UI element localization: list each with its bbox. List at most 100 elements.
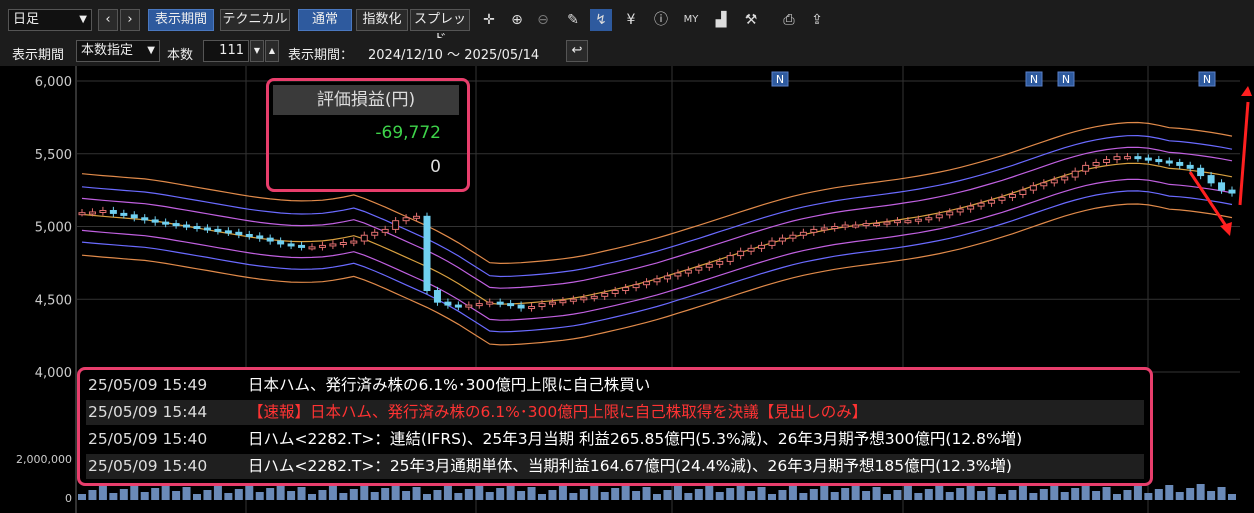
count-down-button[interactable]: ▼ [250,40,264,62]
y-tick-label: 4,500 [35,293,72,308]
area-chart-icon[interactable]: ▟ [710,9,732,31]
volume-bar [98,486,107,500]
candle-body [1019,189,1027,195]
volume-bar [234,489,243,500]
period-select[interactable]: 日足 ▼ [8,9,92,31]
candle-body [1197,167,1205,177]
volume-bar [1008,490,1017,500]
candle-body [402,217,410,222]
volume-bar [747,491,756,500]
volume-tick-label: 2,000,000 [16,453,72,466]
chevron-down-icon: ▼ [147,45,155,56]
reset-range-button[interactable]: ↩ [566,40,588,62]
pl-value-secondary: 0 [430,157,441,177]
candle-body [977,202,985,207]
candle-body [433,290,441,303]
news-item[interactable]: 25/05/09 15:40 日ハム<2282.T>：25年3月通期単体、当期利益… [86,454,1144,479]
wrench-icon[interactable]: ⚒ [740,9,762,31]
volume-bar [841,488,850,500]
candle-body [1218,182,1226,191]
candle-body [203,227,211,231]
news-item[interactable]: 25/05/09 15:44 【速報】日本ハム、発行済み株の6.1%･300億円上… [86,400,1144,425]
export-icon[interactable]: ⇪ [806,9,828,31]
prev-button[interactable]: ‹ [98,9,118,31]
candle-body [329,243,337,247]
volume-bar [757,487,766,500]
candle-body [172,223,180,227]
period-mode-value: 本数指定 [81,43,134,58]
volume-bar [788,486,797,500]
candle-body [956,208,964,213]
volume-bar [370,492,379,500]
candle-body [183,224,191,228]
volume-bar [579,489,588,500]
volume-bar [527,487,536,500]
candle-body [674,272,682,277]
candle-body [778,237,786,242]
candle-body [1186,164,1194,169]
volume-bar [381,488,390,500]
my-chart-icon[interactable]: MY [680,9,702,31]
volume-bar [558,486,567,500]
crosshair-icon[interactable]: ✛ [478,9,500,31]
normal-button[interactable]: 通常 [298,9,352,31]
index-button[interactable]: 指数化 [356,9,408,31]
volume-bar [872,487,881,500]
period-mode-select[interactable]: 本数指定 ▼ [76,40,160,62]
yen-icon[interactable]: ¥ [620,9,642,31]
volume-bar [276,484,285,500]
chart-check-icon[interactable]: ↯ [590,9,612,31]
volume-bar [360,485,369,500]
volume-bar [1092,491,1101,500]
news-marker-label: N [776,73,784,86]
candle-body [1008,193,1016,198]
candle-body [643,281,651,286]
news-item[interactable]: 25/05/09 15:40 日ハム<2282.T>：連結(IFRS)、25年3月… [86,427,1144,452]
volume-bar [308,494,316,500]
count-up-button[interactable]: ▲ [265,40,279,62]
volume-bar [715,492,724,500]
volume-bar [684,493,693,500]
next-button[interactable]: › [120,9,140,31]
volume-bar [673,486,682,500]
volume-bar [914,493,923,500]
count-input[interactable]: 111 [203,40,249,62]
candle-body [1061,176,1069,181]
candle-body [413,215,421,219]
volume-bar [820,485,829,500]
display-period-button[interactable]: 表示期間 [148,9,214,31]
news-time: 25/05/09 15:40 [88,430,208,448]
candle-body [893,220,901,224]
pencil-icon[interactable]: ✎ [562,9,584,31]
news-headline: 日本ハム、発行済み株の6.1%･300億円上限に自己株買い [248,376,651,394]
candle-body [935,214,943,219]
technical-button[interactable]: テクニカル [220,9,290,31]
volume-bar [632,491,641,500]
candle-body [611,290,619,294]
candle-body [392,220,400,230]
volume-bar [799,493,808,500]
news-item[interactable]: 25/05/09 15:49 日本ハム、発行済み株の6.1%･300億円上限に自己… [86,373,1144,398]
candle-body [789,234,797,239]
volume-bar [151,488,160,500]
spread-button[interactable]: スプレッド [410,9,470,47]
volume-bar [642,487,651,500]
candle-body [538,303,546,308]
volume-bar [851,484,860,500]
count-label: 本数 [167,48,194,63]
print-icon[interactable]: ⎙ [778,9,800,31]
annotation-arrowhead-down [1220,222,1232,236]
volume-bar [475,485,484,500]
volume-bar [1228,494,1236,500]
volume-bar [966,484,975,500]
candle-body [193,226,201,229]
zoom-in-icon[interactable]: ⊕ [506,9,528,31]
volume-bar [423,494,431,500]
candle-body [810,228,818,233]
volume-bar [412,487,421,500]
info-icon[interactable]: ⓘ [650,9,672,31]
candle-body [548,301,556,305]
volume-bar [830,492,839,500]
volume-bar [621,484,630,500]
zoom-out-icon[interactable]: ⊖ [532,9,554,31]
